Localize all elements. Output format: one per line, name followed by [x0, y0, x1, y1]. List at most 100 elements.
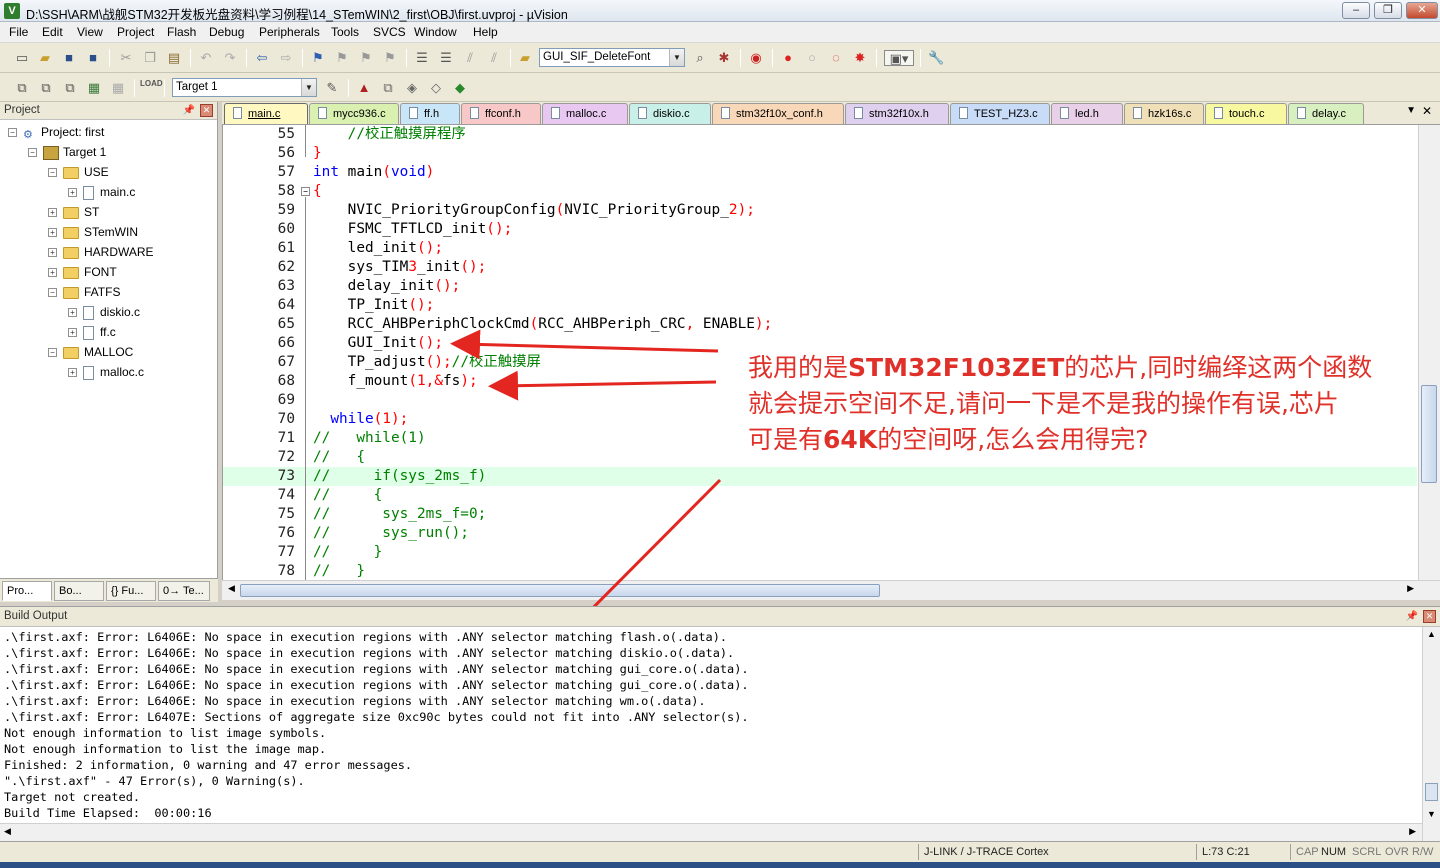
copy-icon[interactable]: ❐	[142, 50, 158, 66]
code-line[interactable]: 59 NVIC_PriorityGroupConfig(NVIC_Priorit…	[223, 201, 1417, 220]
chevron-down-icon[interactable]: ▼	[301, 79, 316, 96]
tab-editor-file[interactable]: malloc.c	[542, 103, 628, 124]
unindent-icon[interactable]: ☰	[438, 50, 454, 66]
find-icon[interactable]: ⌕	[692, 50, 708, 66]
tab-books[interactable]: Bo...	[54, 581, 104, 601]
code-line[interactable]: 76 // sys_run();	[223, 524, 1417, 543]
pin-icon[interactable]: 📌	[1406, 607, 1418, 626]
open-folder-icon[interactable]: ▰	[37, 50, 53, 66]
tree-item-folder[interactable]: − USE	[48, 163, 109, 181]
tab-functions[interactable]: {} Fu...	[106, 581, 156, 601]
tab-editor-file[interactable]: TEST_HZ3.c	[950, 103, 1050, 124]
configure-icon[interactable]: 🔧	[928, 50, 944, 66]
kill-all-breakpoints-icon[interactable]: ✸	[852, 50, 868, 66]
navigate-forward-icon[interactable]: ⇨	[278, 50, 294, 66]
fold-toggle-icon[interactable]: −	[301, 187, 310, 196]
tab-editor-file[interactable]: touch.c	[1205, 103, 1287, 124]
menu-edit[interactable]: Edit	[42, 25, 63, 39]
uncomment-icon[interactable]: ⫽	[486, 50, 502, 66]
file-extensions-icon[interactable]: ▲	[356, 80, 372, 96]
close-icon[interactable]: ✕	[200, 104, 213, 117]
tree-item-file[interactable]: + malloc.c	[68, 363, 144, 381]
target-options-icon[interactable]: ✎	[324, 80, 340, 96]
scroll-up-icon[interactable]: ▲	[1427, 629, 1436, 639]
tree-item-folder[interactable]: + HARDWARE	[48, 243, 154, 261]
build-output-line[interactable]: Not enough information to list image sym…	[4, 725, 326, 741]
code-line[interactable]: 58−{	[223, 182, 1417, 201]
bookmark-icon[interactable]: ⚑	[310, 50, 326, 66]
expand-icon[interactable]: +	[68, 188, 77, 198]
scroll-thumb[interactable]	[240, 584, 880, 597]
close-icon[interactable]: ✕	[1422, 104, 1432, 118]
scroll-right-icon[interactable]: ▶	[1409, 826, 1416, 837]
menu-tools[interactable]: Tools	[331, 25, 359, 39]
collapse-icon[interactable]: −	[48, 348, 57, 358]
build-output-panel[interactable]: .\first.axf: Error: L6406E: No space in …	[0, 627, 1440, 841]
select-packs-icon[interactable]: ◈	[404, 80, 420, 96]
code-line[interactable]: 65 RCC_AHBPeriphClockCmd(RCC_AHBPeriph_C…	[223, 315, 1417, 334]
code-line[interactable]: 77 // }	[223, 543, 1417, 562]
build-icon[interactable]: ⧉	[38, 80, 54, 96]
menu-view[interactable]: View	[77, 25, 103, 39]
build-output-line[interactable]: Finished: 2 information, 0 warning and 4…	[4, 757, 412, 773]
disable-all-breakpoints-icon[interactable]: ◌	[828, 50, 844, 66]
collapse-icon[interactable]: −	[48, 288, 57, 298]
stop-build-icon[interactable]: ▦	[110, 80, 126, 96]
scroll-left-icon[interactable]: ◀	[4, 826, 11, 837]
menu-flash[interactable]: Flash	[167, 25, 196, 39]
tree-item-folder[interactable]: − MALLOC	[48, 343, 133, 361]
tab-editor-file[interactable]: hzk16s.c	[1124, 103, 1204, 124]
tab-editor-file[interactable]: diskio.c	[629, 103, 711, 124]
clear-bookmarks-icon[interactable]: ⚑	[382, 50, 398, 66]
code-line[interactable]: 56}	[223, 144, 1417, 163]
tab-templates[interactable]: 0→ Te...	[158, 581, 210, 601]
scroll-right-icon[interactable]: ▶	[1407, 583, 1414, 594]
target-combo[interactable]: Target 1 ▼	[172, 78, 317, 97]
build-output-line[interactable]: .\first.axf: Error: L6406E: No space in …	[4, 661, 749, 677]
tab-list-icon[interactable]: ▼	[1406, 105, 1416, 116]
code-line[interactable]: 55 //校正触摸屏程序	[223, 125, 1417, 144]
tree-item-folder[interactable]: + ST	[48, 203, 99, 221]
collapse-icon[interactable]: −	[48, 168, 57, 178]
tab-editor-file[interactable]: delay.c	[1288, 103, 1364, 124]
code-line[interactable]: 64 TP_Init();	[223, 296, 1417, 315]
code-line[interactable]: 57 int main(void)	[223, 163, 1417, 182]
tab-editor-file[interactable]: main.c	[224, 103, 308, 124]
tab-editor-file[interactable]: stm32f10x_conf.h	[712, 103, 844, 124]
tree-item-file[interactable]: + ff.c	[68, 323, 116, 341]
scroll-thumb[interactable]	[1425, 783, 1438, 801]
breakpoint-icon[interactable]: ●	[780, 50, 796, 66]
tree-item-folder[interactable]: + STemWIN	[48, 223, 138, 241]
collapse-icon[interactable]: −	[8, 128, 17, 138]
debug-session-icon[interactable]: ◉	[748, 50, 764, 66]
chevron-down-icon[interactable]: ▼	[669, 49, 684, 66]
tree-item-project[interactable]: − ⚙ Project: first	[8, 123, 104, 141]
tab-project[interactable]: Pro...	[2, 581, 52, 601]
expand-icon[interactable]: +	[68, 308, 77, 318]
tab-editor-file[interactable]: mycc936.c	[309, 103, 399, 124]
menu-svcs[interactable]: SVCS	[373, 25, 406, 39]
window-layout-icon[interactable]: ▣▾	[884, 50, 914, 66]
run-time-environment-icon[interactable]: ◆	[452, 80, 468, 96]
redo-icon[interactable]: ↷	[222, 50, 238, 66]
tree-item-folder[interactable]: + FONT	[48, 263, 117, 281]
pack-installer-icon[interactable]: ◇	[428, 80, 444, 96]
code-line[interactable]: 74 // {	[223, 486, 1417, 505]
tree-item-file[interactable]: + main.c	[68, 183, 135, 201]
scroll-left-icon[interactable]: ◀	[228, 583, 235, 594]
tab-editor-file[interactable]: stm32f10x.h	[845, 103, 949, 124]
tab-editor-file[interactable]: ff.h	[400, 103, 460, 124]
close-button[interactable]: ✕	[1406, 2, 1438, 19]
menu-file[interactable]: File	[9, 25, 28, 39]
translate-icon[interactable]: ⧉	[14, 80, 30, 96]
function-combo[interactable]: GUI_SIF_DeleteFont ▼	[539, 48, 685, 67]
tree-item-folder[interactable]: − FATFS	[48, 283, 120, 301]
menu-window[interactable]: Window	[414, 25, 457, 39]
pin-icon[interactable]: 📌	[183, 102, 195, 119]
build-output-line[interactable]: .\first.axf: Error: L6407E: Sections of …	[4, 709, 749, 725]
tree-item-file[interactable]: + diskio.c	[68, 303, 140, 321]
undo-icon[interactable]: ↶	[198, 50, 214, 66]
build-output-line[interactable]: .\first.axf: Error: L6406E: No space in …	[4, 645, 734, 661]
find-in-files-icon[interactable]: ▰	[517, 50, 533, 66]
build-output-line[interactable]: .\first.axf: Error: L6406E: No space in …	[4, 677, 749, 693]
